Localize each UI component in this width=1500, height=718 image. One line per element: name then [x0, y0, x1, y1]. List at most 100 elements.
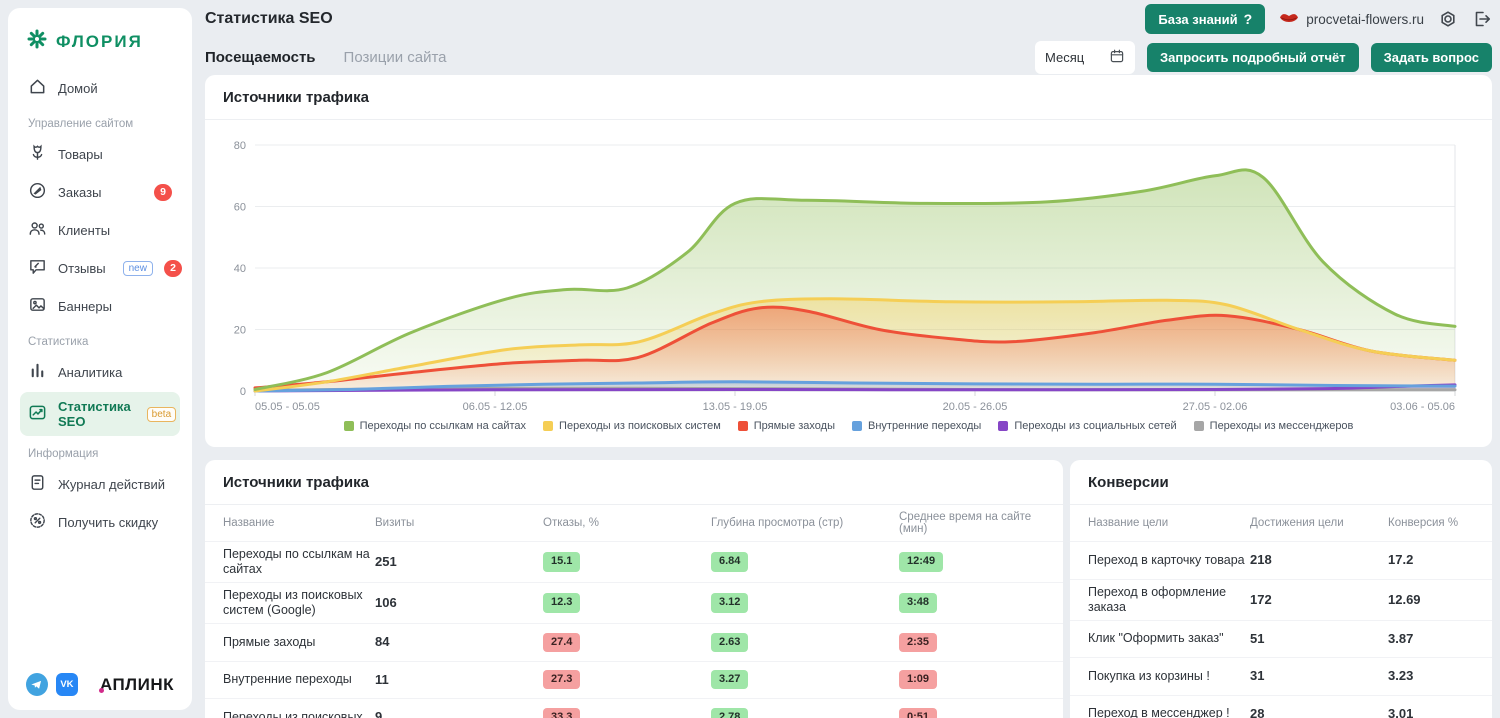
- sidebar-item-clients[interactable]: Клиенты: [20, 212, 180, 248]
- goal-name: Переход в карточку товара: [1088, 553, 1250, 568]
- x-axis-label: 27.05 - 02.06: [1183, 401, 1248, 413]
- table-row[interactable]: Клик "Оформить заказ"513.87: [1070, 620, 1492, 658]
- traffic-sources-table-card: Источники трафика НазваниеВизитыОтказы, …: [205, 460, 1063, 718]
- table-row[interactable]: Переход в мессенджер !283.01: [1070, 695, 1492, 718]
- sidebar-item-get-discount[interactable]: Получить скидку: [20, 504, 180, 540]
- legend-label: Прямые заходы: [754, 420, 835, 432]
- sidebar-footer: VK АПЛИНК: [20, 673, 180, 696]
- order-pencil-icon: [28, 181, 47, 203]
- sidebar-item-action-log[interactable]: Журнал действий: [20, 466, 180, 502]
- legend-swatch: [1194, 421, 1204, 431]
- legend-item[interactable]: Переходы из мессенджеров: [1194, 420, 1354, 432]
- goal-name: Переход в оформление заказа: [1088, 585, 1250, 615]
- table-row[interactable]: Переходы из поисковых систем (Google)106…: [205, 582, 1063, 623]
- calendar-icon: [1109, 48, 1125, 67]
- x-axis-label: 06.05 - 12.05: [463, 401, 528, 413]
- conversion-rate: 3.01: [1388, 706, 1474, 718]
- sidebar-item-banners[interactable]: Баннеры: [20, 288, 180, 324]
- sidebar-item-analytics[interactable]: Аналитика: [20, 354, 180, 390]
- avg-time-cell: 12:49: [899, 552, 1045, 571]
- goal-achievements: 218: [1250, 552, 1388, 568]
- legend-item[interactable]: Прямые заходы: [738, 420, 835, 432]
- shop-domain[interactable]: procvetai-flowers.ru: [1279, 11, 1424, 28]
- legend-item[interactable]: Переходы по ссылкам на сайтах: [344, 420, 526, 432]
- legend-label: Внутренние переходы: [868, 420, 981, 432]
- table-row[interactable]: Внутренние переходы1127.33.271:09: [205, 661, 1063, 699]
- tab-traffic[interactable]: Посещаемость: [205, 49, 316, 66]
- bounce-cell: 33.3: [543, 708, 711, 718]
- flower-logo-icon: [26, 28, 48, 55]
- conversions-table-body: Переход в карточку товара21817.2Переход …: [1070, 541, 1492, 718]
- table-row[interactable]: Переходы из поисковых933.32.780:51: [205, 698, 1063, 718]
- tab-bar: Посещаемость Позиции сайта: [205, 49, 447, 66]
- column-header: Отказы, %: [543, 517, 711, 529]
- table-row[interactable]: Переход в карточку товара21817.2: [1070, 541, 1492, 579]
- traffic-sources-area-chart[interactable]: 80604020005.05 - 05.0506.05 - 12.0513.05…: [221, 122, 1476, 414]
- request-report-button[interactable]: Запросить подробный отчёт: [1147, 43, 1359, 72]
- sidebar-section-stats: Статистика: [28, 336, 172, 348]
- table-row[interactable]: Прямые заходы8427.42.632:35: [205, 623, 1063, 661]
- period-value: Месяц: [1045, 50, 1084, 65]
- sidebar-item-label: Клиенты: [58, 223, 110, 238]
- legend-item[interactable]: Внутренние переходы: [852, 420, 981, 432]
- legend-item[interactable]: Переходы из поисковых систем: [543, 420, 721, 432]
- avg-time-badge: 3:48: [899, 593, 937, 612]
- depth-badge: 3.27: [711, 670, 748, 689]
- document-icon: [28, 473, 47, 495]
- goal-name: Переход в мессенджер !: [1088, 706, 1250, 718]
- traffic-table-title: Источники трафика: [205, 460, 1063, 504]
- legend-swatch: [543, 421, 553, 431]
- app-logo[interactable]: ФЛОРИЯ: [20, 24, 180, 69]
- sidebar-item-reviews[interactable]: Отзывы new 2: [20, 250, 180, 286]
- legend-item[interactable]: Переходы из социальных сетей: [998, 420, 1176, 432]
- visits-value: 251: [375, 554, 543, 570]
- x-axis-label: 05.05 - 05.05: [255, 401, 320, 413]
- depth-badge: 6.84: [711, 552, 748, 571]
- reviews-new-badge: new: [123, 261, 153, 276]
- x-axis-label: 03.06 - 05.06: [1390, 401, 1455, 413]
- sidebar-item-label: Получить скидку: [58, 515, 158, 530]
- settings-gear-icon[interactable]: [1438, 9, 1458, 29]
- period-select[interactable]: Месяц: [1035, 41, 1135, 74]
- column-header: Название: [223, 517, 375, 529]
- home-icon: [28, 77, 47, 99]
- bounce-cell: 12.3: [543, 593, 711, 612]
- column-header: Визиты: [375, 517, 543, 529]
- depth-badge: 2.78: [711, 708, 748, 718]
- vk-icon[interactable]: VK: [56, 673, 78, 696]
- sidebar-item-orders[interactable]: Заказы 9: [20, 174, 180, 210]
- table-row[interactable]: Переход в оформление заказа17212.69: [1070, 579, 1492, 620]
- bounce-badge: 33.3: [543, 708, 580, 718]
- table-row[interactable]: Переходы по ссылкам на сайтах25115.16.84…: [205, 541, 1063, 582]
- knowledge-base-button[interactable]: База знаний?: [1145, 4, 1265, 34]
- ask-question-button[interactable]: Задать вопрос: [1371, 43, 1492, 72]
- traffic-table-header: НазваниеВизитыОтказы, %Глубина просмотра…: [205, 505, 1063, 541]
- sidebar-item-home[interactable]: Домой: [20, 70, 180, 106]
- platform-brand-logo[interactable]: АПЛИНК: [100, 675, 174, 695]
- bounce-badge: 15.1: [543, 552, 580, 571]
- sidebar-section-site: Управление сайтом: [28, 118, 172, 130]
- source-name: Прямые заходы: [223, 635, 375, 650]
- logout-icon[interactable]: [1472, 9, 1492, 29]
- sidebar-item-seo-stats[interactable]: Статистика SEO beta: [20, 392, 180, 436]
- legend-swatch: [998, 421, 1008, 431]
- bounce-badge: 27.3: [543, 670, 580, 689]
- telegram-icon[interactable]: [26, 673, 48, 696]
- avg-time-badge: 0:51: [899, 708, 937, 718]
- sidebar-item-products[interactable]: Товары: [20, 136, 180, 172]
- x-axis-label: 20.05 - 26.05: [943, 401, 1008, 413]
- depth-badge: 2.63: [711, 633, 748, 652]
- review-bubble-icon: [28, 257, 47, 279]
- y-axis-label: 0: [240, 386, 246, 398]
- tab-site-positions[interactable]: Позиции сайта: [344, 49, 447, 66]
- sidebar: ФЛОРИЯ Домой Управление сайтом Товары За…: [8, 8, 192, 710]
- main-area: Статистика SEO База знаний? procvetai-fl…: [205, 0, 1492, 718]
- chart-legend: Переходы по ссылкам на сайтах Переходы из…: [221, 420, 1476, 432]
- lips-icon: [1279, 11, 1299, 28]
- table-row[interactable]: Покупка из корзины !313.23: [1070, 657, 1492, 695]
- source-name: Внутренние переходы: [223, 672, 375, 687]
- y-axis-label: 80: [234, 140, 246, 152]
- source-name: Переходы из поисковых систем (Google): [223, 588, 375, 618]
- depth-badge: 3.12: [711, 593, 748, 612]
- sidebar-item-label: Статистика SEO: [58, 399, 131, 429]
